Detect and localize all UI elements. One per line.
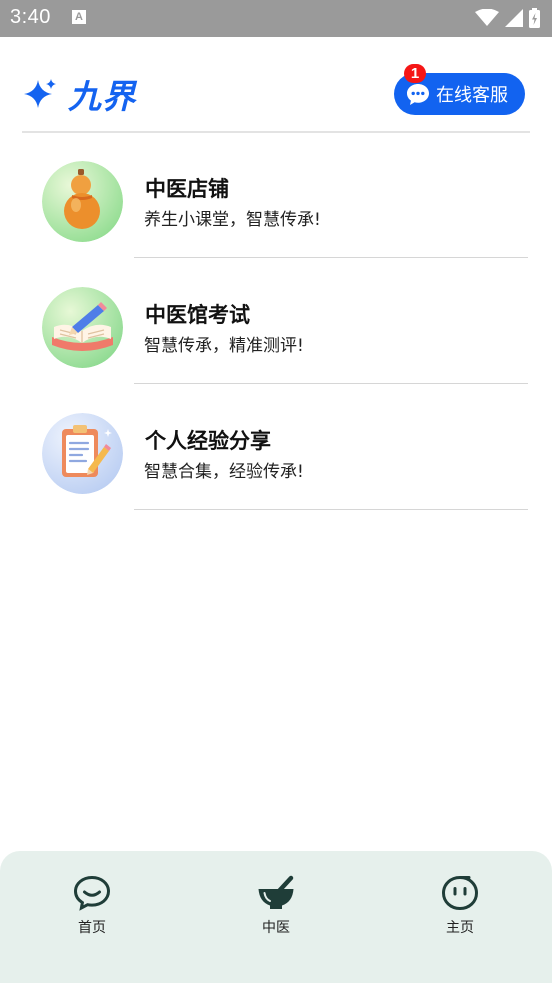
menu-item-title: 中医馆考试	[145, 303, 250, 327]
battery-charging-icon	[529, 8, 540, 28]
menu-item-subtitle: 智慧合集，经验传承!	[144, 462, 304, 482]
menu-item-subtitle: 养生小课堂，智慧传承!	[144, 210, 321, 230]
status-time: 3:40	[10, 6, 51, 28]
signal-icon	[505, 9, 523, 27]
online-service-button[interactable]: 1 在线客服	[394, 64, 525, 115]
menu-item-experience-share[interactable]: 个人经验分享 智慧合集，经验传承!	[22, 385, 530, 511]
menu-item-subtitle: 智慧传承，精准测评!	[144, 336, 304, 356]
menu-item-title: 中医店铺	[145, 177, 229, 201]
divider	[134, 383, 528, 384]
chat-bubble-icon	[407, 84, 429, 105]
bottom-nav: 首页 中医 主页	[0, 851, 552, 983]
nav-label: 中医	[262, 920, 290, 936]
divider	[134, 509, 528, 510]
menu-item-tcm-shop[interactable]: 中医店铺 养生小课堂，智慧传承!	[22, 133, 530, 259]
sparkle-icon	[24, 79, 56, 108]
online-service-label: 在线客服	[436, 85, 508, 106]
menu-item-title: 个人经验分享	[145, 429, 271, 453]
nav-item-home[interactable]: 首页	[52, 875, 132, 945]
text-a-icon: A	[72, 10, 86, 24]
brand-name: 九界	[68, 77, 136, 116]
status-bar: 3:40 A	[0, 0, 552, 37]
open-book-pencil-icon	[42, 287, 123, 368]
face-icon	[441, 876, 479, 911]
mortar-pestle-icon	[258, 875, 294, 909]
wifi-icon	[475, 9, 499, 26]
nav-item-profile[interactable]: 主页	[420, 875, 500, 945]
status-icons	[475, 7, 540, 29]
nav-label: 主页	[446, 920, 474, 936]
gourd-icon	[42, 161, 123, 242]
nav-label: 首页	[78, 920, 106, 936]
smile-chat-icon	[73, 875, 111, 911]
brand-logo: 九界	[24, 74, 136, 116]
clipboard-pencil-icon	[42, 413, 123, 494]
menu-item-tcm-exam[interactable]: 中医馆考试 智慧传承，精准测评!	[22, 259, 530, 385]
nav-item-tcm[interactable]: 中医	[236, 875, 316, 945]
divider	[134, 257, 528, 258]
notification-badge: 1	[404, 64, 426, 83]
